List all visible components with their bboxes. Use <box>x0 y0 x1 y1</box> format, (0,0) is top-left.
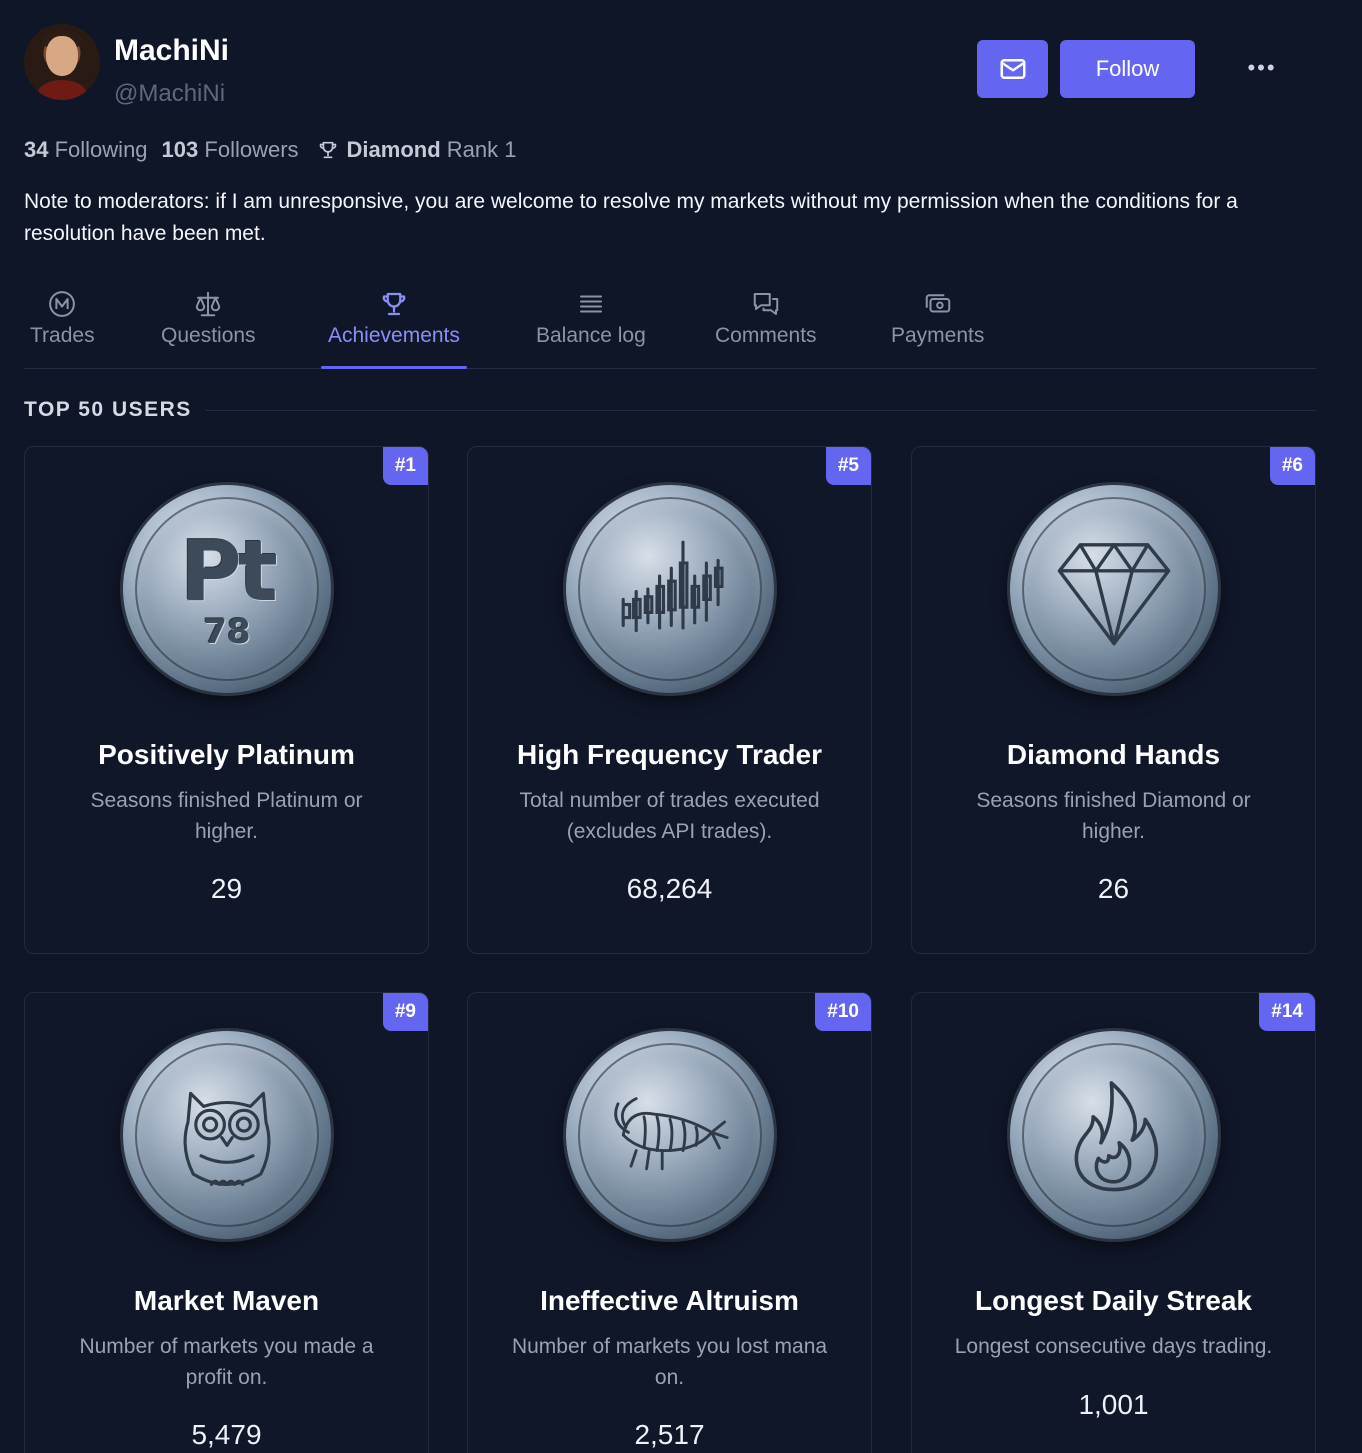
medal <box>1010 485 1218 693</box>
achievement-value: 5,479 <box>191 1419 262 1450</box>
user-handle: @MachiNi <box>114 80 226 107</box>
candlestick-chart-icon <box>621 540 724 633</box>
scale-icon <box>192 288 224 320</box>
achievement-description: Number of markets you lost mana on. <box>511 1335 828 1389</box>
mana-coin-icon <box>46 288 78 320</box>
achievement-card[interactable]: #1 Pt 78 Positively Platinum Seasons fin… <box>24 446 429 954</box>
medal: Pt 78 <box>123 485 331 693</box>
achievement-title: Longest Daily Streak <box>975 1285 1252 1316</box>
tab-questions[interactable]: Questions <box>161 280 256 368</box>
tab-balance-log[interactable]: Balance log <box>536 280 646 368</box>
achievement-title: High Frequency Trader <box>517 739 822 770</box>
following-count: 34 <box>24 137 49 162</box>
list-icon <box>575 288 607 320</box>
medal <box>123 1031 331 1239</box>
medal <box>1010 1031 1218 1239</box>
avatar[interactable] <box>24 24 100 100</box>
follow-button[interactable]: Follow <box>1060 40 1195 98</box>
rank-badge: #14 <box>1259 993 1315 1031</box>
trophy-icon <box>317 139 339 161</box>
more-options-icon[interactable]: ••• <box>1244 52 1280 84</box>
achievement-value: 68,264 <box>626 873 713 904</box>
achievement-title: Positively Platinum <box>98 739 355 770</box>
tab-achievements[interactable]: Achievements <box>321 280 467 369</box>
achievement-card[interactable]: #14 Longest Daily Streak Longest consecu… <box>911 992 1316 1453</box>
achievement-description: Total number of trades executed (exclude… <box>519 789 820 843</box>
achievement-card[interactable]: #5 High Frequency Trader Total number of… <box>467 446 872 954</box>
profile-page: MachiNi @MachiNi Follow ••• 34 Following… <box>24 0 1316 1453</box>
tab-payments[interactable]: Payments <box>891 280 984 368</box>
rank-badge: #1 <box>382 447 428 485</box>
rank-badge: #10 <box>815 993 871 1031</box>
following-label[interactable]: Following <box>55 137 148 163</box>
owl-icon <box>183 1091 271 1186</box>
achievement-description: Number of markets you made a profit on. <box>79 1335 374 1389</box>
section-title: TOP 50 USERS <box>24 398 192 421</box>
divider <box>205 409 1316 411</box>
achievement-title: Ineffective Altruism <box>540 1285 799 1316</box>
followers-label[interactable]: Followers <box>204 137 298 163</box>
achievement-title: Market Maven <box>133 1285 320 1316</box>
profile-tabs: Trades Questions Achievements Balance lo… <box>24 280 1316 369</box>
achievement-card[interactable]: #10 Ineffective Altruism Number of marke… <box>467 992 872 1453</box>
followers-count: 103 <box>161 137 199 162</box>
rank-badge: #9 <box>382 993 428 1031</box>
achievement-description: Seasons finished Diamond or higher. <box>976 789 1251 843</box>
achievement-value: 1,001 <box>1078 1389 1149 1420</box>
profile-stats: 34 Following 103 Followers Diamond Rank … <box>24 135 517 165</box>
achievement-description: Longest consecutive days trading. <box>954 1335 1273 1358</box>
rank-tier[interactable]: Diamond <box>347 137 441 163</box>
profile-bio: Note to moderators: if I am unresponsive… <box>24 190 1238 245</box>
achievement-value: 2,517 <box>634 1419 705 1450</box>
rank-badge: #5 <box>825 447 871 485</box>
achievement-value: 29 <box>210 873 243 904</box>
achievement-description: Seasons finished Platinum or higher. <box>90 789 363 843</box>
diamond-icon <box>1057 543 1171 646</box>
rank-badge: #6 <box>1269 447 1315 485</box>
medal <box>566 1031 774 1239</box>
achievement-card[interactable]: #9 Market Maven Number of markets you ma… <box>24 992 429 1453</box>
trophy-icon <box>378 288 410 320</box>
cash-icon <box>922 288 954 320</box>
rank-label: Rank 1 <box>446 137 517 162</box>
tab-trades[interactable]: Trades <box>30 280 95 368</box>
platinum-element-icon: Pt 78 <box>180 522 278 652</box>
medal <box>566 485 774 693</box>
mail-icon <box>1000 59 1025 79</box>
message-button[interactable] <box>977 40 1048 98</box>
achievement-card[interactable]: #6 Diamond Hands Seasons finished Diamon… <box>911 446 1316 954</box>
achievement-value: 26 <box>1097 873 1130 904</box>
section-header: TOP 50 USERS <box>24 398 1316 422</box>
chat-bubbles-icon <box>750 288 782 320</box>
shrimp-icon <box>614 1097 729 1171</box>
achievement-title: Diamond Hands <box>1006 739 1221 770</box>
username: MachiNi <box>114 34 230 67</box>
tab-comments[interactable]: Comments <box>715 280 817 368</box>
flame-icon <box>1074 1081 1159 1192</box>
